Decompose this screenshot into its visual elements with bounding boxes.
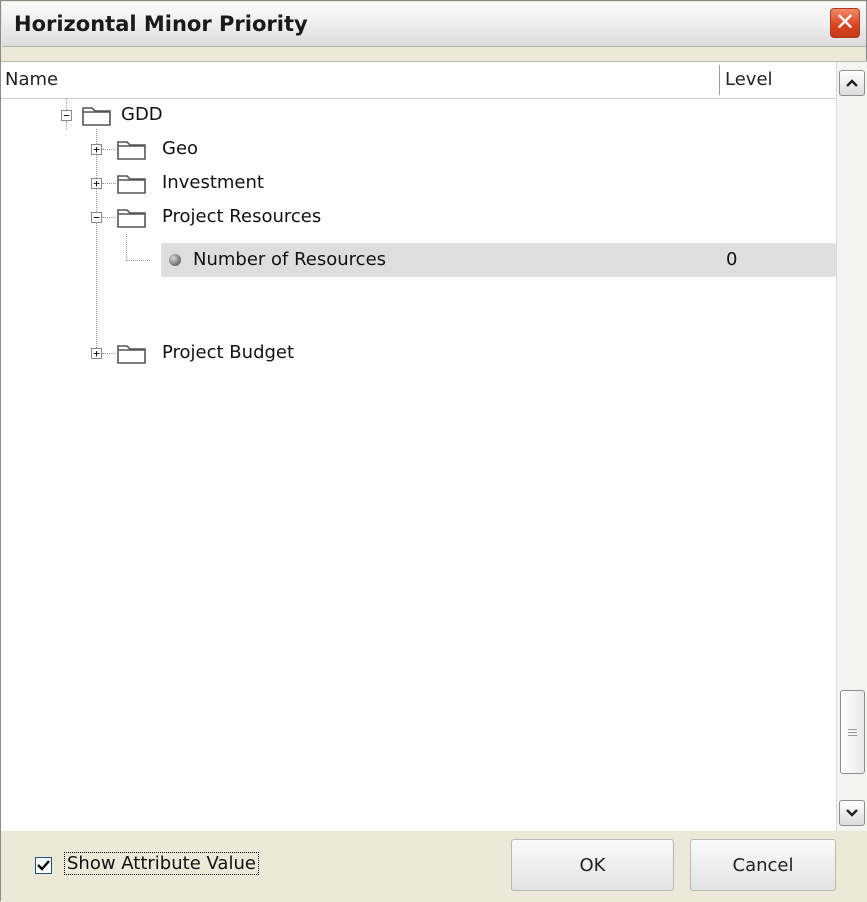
- scroll-up-button[interactable]: [839, 70, 865, 96]
- grip-line: [848, 732, 857, 733]
- tree-item-label: Project Budget: [162, 342, 295, 363]
- folder-icon: [117, 345, 146, 364]
- tree-item-label: Geo: [162, 138, 199, 159]
- expand-icon[interactable]: +: [91, 144, 102, 155]
- close-button[interactable]: ✕: [830, 8, 860, 38]
- tree-item-gdd[interactable]: − GDD: [1, 98, 836, 132]
- column-divider[interactable]: [719, 65, 720, 95]
- collapse-icon[interactable]: −: [91, 212, 102, 223]
- vertical-scrollbar[interactable]: [836, 62, 867, 832]
- expand-icon[interactable]: +: [91, 348, 102, 359]
- tree-item-project-budget[interactable]: + Project Budget: [1, 336, 836, 370]
- close-icon: ✕: [834, 8, 856, 36]
- folder-icon: [82, 107, 111, 126]
- folder-icon: [117, 209, 146, 228]
- tree-item-label: Project Resources: [162, 206, 322, 227]
- show-attribute-checkbox[interactable]: [35, 857, 52, 874]
- tree-item-project-resources[interactable]: − Project Resources: [1, 200, 836, 234]
- column-header: Name Level: [1, 62, 836, 99]
- tree-view: − GDD + Geo + Investment − Project Resou…: [1, 98, 836, 832]
- column-header-name[interactable]: Name: [5, 69, 58, 90]
- folder-icon: [117, 141, 146, 160]
- scroll-thumb[interactable]: [840, 690, 865, 774]
- folder-icon: [117, 175, 146, 194]
- tree-panel: Name Level − GDD + Geo + Investment − Pr…: [1, 61, 867, 832]
- dialog-footer: Show Attribute Value OK Cancel: [1, 831, 867, 902]
- ok-button[interactable]: OK: [511, 839, 674, 891]
- attribute-bullet-icon: [169, 254, 181, 266]
- tree-item-label: GDD: [121, 104, 163, 125]
- scroll-down-button[interactable]: [839, 800, 865, 826]
- tree-item-investment[interactable]: + Investment: [1, 166, 836, 200]
- tree-item-number-of-resources[interactable]: Number of Resources 0: [1, 243, 836, 277]
- title-bar[interactable]: Horizontal Minor Priority ✕: [2, 2, 866, 47]
- expand-icon[interactable]: +: [91, 178, 102, 189]
- dialog-title: Horizontal Minor Priority: [14, 12, 308, 36]
- show-attribute-label[interactable]: Show Attribute Value: [64, 852, 259, 875]
- grip-line: [848, 729, 857, 730]
- dialog-window: Horizontal Minor Priority ✕ Name Level −: [0, 0, 867, 902]
- column-header-level[interactable]: Level: [725, 69, 773, 90]
- checkmark-icon: [37, 860, 50, 871]
- chevron-down-icon: [846, 809, 858, 817]
- grip-line: [848, 735, 857, 736]
- collapse-icon[interactable]: −: [61, 110, 72, 121]
- tree-item-label: Number of Resources: [193, 249, 387, 270]
- level-value: 0: [726, 249, 738, 270]
- chevron-up-icon: [846, 79, 858, 87]
- cancel-button[interactable]: Cancel: [690, 839, 836, 891]
- tree-item-label: Investment: [162, 172, 264, 193]
- tree-item-geo[interactable]: + Geo: [1, 132, 836, 166]
